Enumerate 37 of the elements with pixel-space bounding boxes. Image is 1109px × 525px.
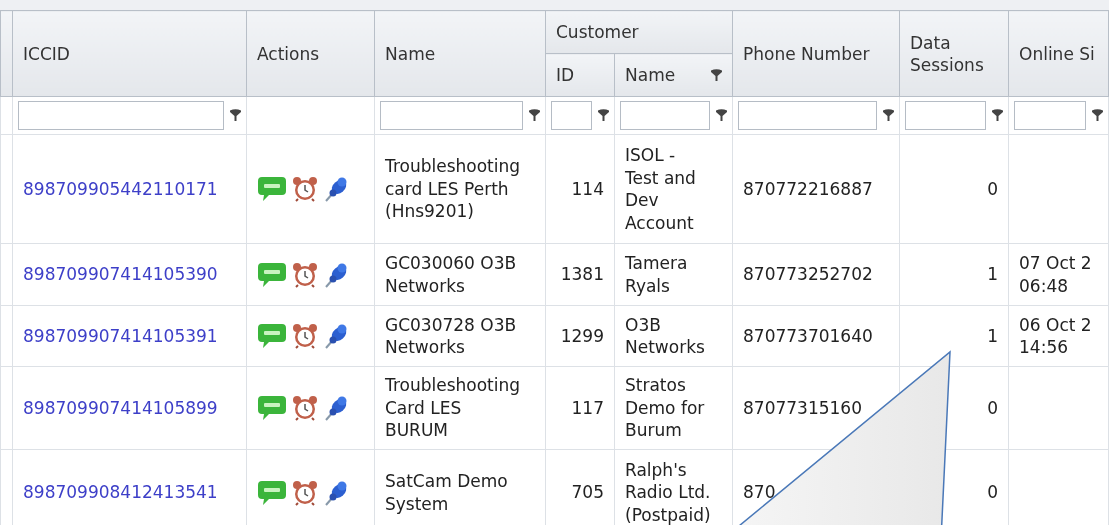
table-cell: 705 [571, 482, 604, 503]
table-cell: 0 [987, 397, 998, 418]
table-cell: 1 [987, 264, 998, 285]
iccid-link[interactable]: 898709905442110171 [23, 178, 218, 199]
table-cell: 1299 [560, 325, 604, 346]
table-cell: 870 [743, 482, 776, 503]
table-cell: Stratos Demo for Burum [625, 375, 705, 441]
table-cell: Troubleshooting card LES Perth (Hns9201) [385, 156, 521, 222]
table-cell: ISOL - Test and Dev Account [625, 145, 696, 233]
table-cell: Tamera Ryals [625, 253, 688, 296]
table-cell: 06 Oct 2 14:56 [1019, 314, 1092, 357]
column-header[interactable]: Data Sessions [899, 10, 1009, 97]
column-header[interactable]: Actions [246, 10, 375, 97]
column-header[interactable]: ID [545, 53, 615, 97]
table-cell: 0 [987, 482, 998, 503]
table-cell: 1381 [560, 264, 604, 285]
table-cell: 87077315160 [743, 397, 862, 418]
table-cell: GC030060 O3B Networks [385, 253, 517, 296]
column-header[interactable]: Name [614, 53, 733, 97]
column-header[interactable]: Name [374, 10, 546, 97]
table-cell: O3B Networks [625, 314, 705, 357]
table-cell: 870773252702 [743, 264, 873, 285]
table-cell: 1 [987, 325, 998, 346]
table-cell: 117 [571, 397, 604, 418]
table-cell: 07 Oct 2 06:48 [1019, 253, 1092, 296]
column-header[interactable]: ICCID [12, 10, 247, 97]
table-cell: 114 [571, 178, 604, 199]
table-cell: 870772216887 [743, 178, 873, 199]
column-header[interactable]: Online Si [1008, 10, 1109, 97]
table-cell: Ralph's Radio Ltd. (Postpaid) [625, 459, 711, 525]
table-cell: Troubleshooting Card LES BURUM [385, 375, 521, 441]
table-cell: 870773701640 [743, 325, 873, 346]
column-header: Customer [545, 10, 733, 54]
table-cell: GC030728 O3B Networks [385, 314, 517, 357]
table-cell: SatCam Demo System [385, 471, 508, 514]
table-cell: 0 [987, 178, 998, 199]
column-header[interactable]: Phone Number [732, 10, 900, 97]
